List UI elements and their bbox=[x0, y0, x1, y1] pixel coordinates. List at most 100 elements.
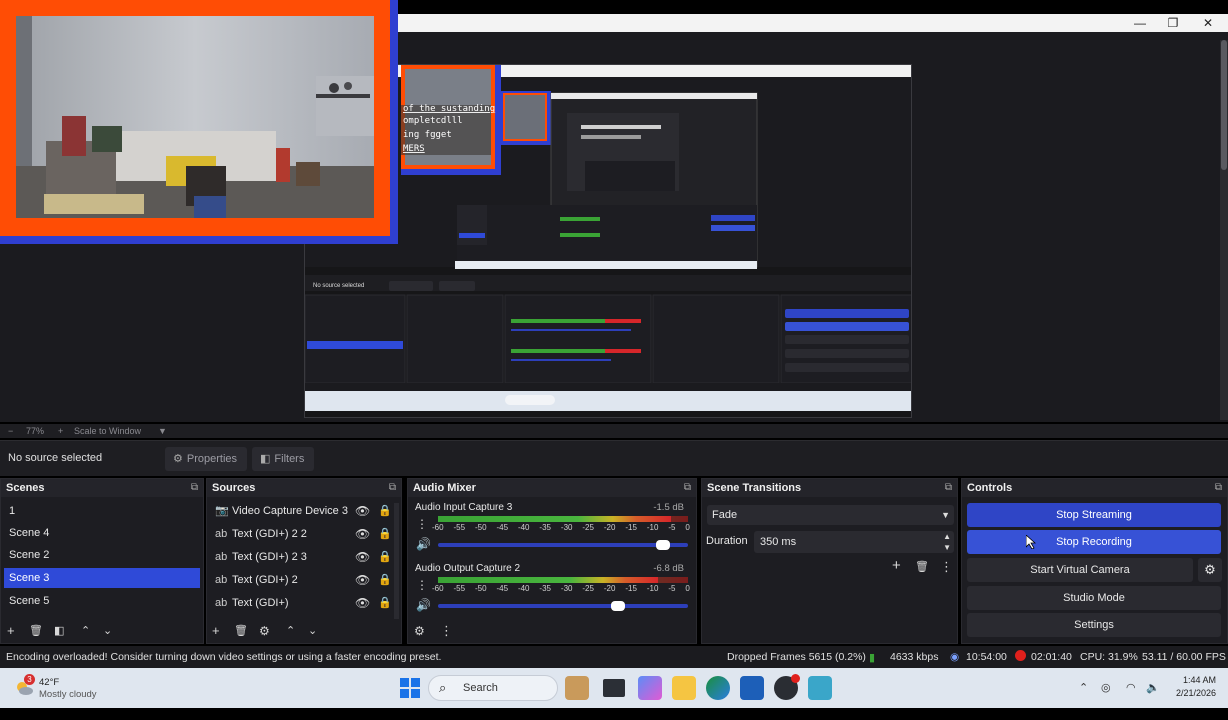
volume-slider[interactable] bbox=[438, 601, 688, 611]
preview-scrollbar[interactable] bbox=[1220, 40, 1228, 420]
lock-icon[interactable]: 🔒 bbox=[378, 593, 392, 613]
svg-text:of the sustanding: of the sustanding bbox=[403, 104, 495, 114]
meter-tick-label: -10 bbox=[646, 523, 659, 532]
properties-button[interactable]: ⚙ Properties bbox=[165, 447, 248, 471]
source-item[interactable]: 📷 Video Capture Device 3 👁 🔒 bbox=[210, 501, 396, 521]
add-icon[interactable]: + bbox=[7, 623, 15, 639]
sources-scrollbar[interactable] bbox=[394, 503, 399, 619]
preview-zoom-bar: − 77% + Scale to Window ▼ bbox=[0, 424, 1228, 438]
svg-text:ing fgget: ing fgget bbox=[403, 130, 452, 140]
status-bar: Encoding overloaded! Consider turning do… bbox=[0, 646, 1228, 668]
visibility-eye-icon[interactable]: 👁 bbox=[355, 524, 370, 544]
undock-icon[interactable]: ⧉ bbox=[191, 482, 198, 493]
settings-button[interactable]: Settings bbox=[967, 613, 1221, 637]
taskbar-app-icon[interactable] bbox=[565, 676, 589, 700]
lock-icon[interactable]: 🔒 bbox=[378, 547, 392, 567]
stop-recording-button[interactable]: Stop Recording bbox=[967, 530, 1221, 554]
maximize-button[interactable]: ❐ bbox=[1157, 14, 1189, 32]
undock-icon[interactable]: ⧉ bbox=[389, 482, 396, 493]
record-dot-icon bbox=[1015, 650, 1026, 661]
kebab-menu-icon[interactable]: ⋮ bbox=[440, 623, 453, 639]
speaker-icon[interactable]: 🔊 bbox=[416, 537, 431, 551]
virtual-camera-settings-gear-icon[interactable]: ⚙ bbox=[1198, 558, 1222, 582]
duration-label: Duration bbox=[706, 535, 748, 547]
scene-item[interactable]: 1 bbox=[4, 501, 200, 521]
stop-streaming-button[interactable]: Stop Streaming bbox=[967, 503, 1221, 527]
chevron-up-icon[interactable]: ⌃ bbox=[81, 623, 90, 639]
filters-button[interactable]: ◧ Filters bbox=[252, 447, 315, 471]
store-icon[interactable] bbox=[740, 676, 764, 700]
meter-tick-label: -30 bbox=[560, 523, 573, 532]
obs-taskbar-icon[interactable] bbox=[774, 674, 800, 700]
chevron-down-icon[interactable]: ⌄ bbox=[103, 623, 112, 639]
chevron-up-icon[interactable]: ⌃ bbox=[286, 623, 295, 639]
source-item[interactable]: ab Text (GDI+) 2 2 👁 🔒 bbox=[210, 524, 396, 544]
sources-dock: Sources ⧉ 📷 Video Capture Device 3 👁 🔒 ab Tex… bbox=[206, 478, 402, 644]
undock-icon[interactable]: ⧉ bbox=[945, 482, 952, 493]
svg-text:MERS: MERS bbox=[403, 144, 425, 154]
source-item[interactable]: ab Text (GDI+) 2 👁 🔒 bbox=[210, 570, 396, 590]
meter-tick-label: -35 bbox=[539, 523, 551, 532]
start-virtual-camera-button[interactable]: Start Virtual Camera bbox=[967, 558, 1193, 582]
gear-icon: ⚙ bbox=[173, 453, 183, 465]
visibility-eye-icon[interactable]: 👁 bbox=[355, 547, 370, 567]
speaker-icon[interactable]: 🔊 bbox=[416, 598, 431, 612]
transition-select[interactable]: Fade ▼ bbox=[707, 505, 954, 525]
zoom-in-icon[interactable]: + bbox=[58, 426, 63, 436]
visibility-eye-icon[interactable]: 👁 bbox=[355, 593, 370, 613]
add-icon[interactable]: + bbox=[212, 623, 220, 639]
dropped-frames: Dropped Frames 5615 (0.2%) bbox=[727, 651, 866, 663]
lock-icon[interactable]: 🔒 bbox=[378, 570, 392, 590]
studio-mode-button[interactable]: Studio Mode bbox=[967, 586, 1221, 610]
windows-start-icon[interactable] bbox=[400, 678, 420, 698]
add-icon[interactable]: + bbox=[892, 558, 901, 574]
visibility-eye-icon[interactable]: 👁 bbox=[355, 570, 370, 590]
source-item[interactable]: ab Text (GDI+) 2 3 👁 🔒 bbox=[210, 547, 396, 567]
chevron-down-icon[interactable]: ⌄ bbox=[308, 623, 317, 639]
wifi-icon[interactable]: ◠ bbox=[1126, 681, 1136, 694]
weather-widget[interactable]: 3 42°F Mostly cloudy bbox=[14, 674, 104, 704]
meter-tick-label: -60 bbox=[432, 523, 444, 532]
lock-icon[interactable]: 🔒 bbox=[378, 501, 392, 521]
undock-icon[interactable]: ⧉ bbox=[684, 482, 691, 493]
trash-icon[interactable]: 🗑 bbox=[29, 623, 43, 639]
scene-item[interactable]: Scene 5 bbox=[4, 591, 200, 611]
kebab-menu-icon[interactable]: ⋮ bbox=[416, 517, 428, 531]
file-explorer-icon[interactable] bbox=[672, 676, 696, 700]
close-button[interactable]: ✕ bbox=[1192, 14, 1224, 32]
kebab-menu-icon[interactable]: ⋮ bbox=[940, 559, 953, 575]
chevron-down-icon[interactable]: ▼ bbox=[158, 426, 167, 436]
trash-icon[interactable]: 🗑 bbox=[234, 623, 248, 639]
taskbar-clock[interactable]: 1:44 AM 2/21/2026 bbox=[1152, 674, 1216, 700]
tray-chevron-up-icon[interactable]: ⌃ bbox=[1079, 681, 1088, 694]
filter-icon[interactable]: ◧ bbox=[54, 623, 64, 639]
lock-icon[interactable]: 🔒 bbox=[378, 524, 392, 544]
tray-app-icon[interactable]: ◎ bbox=[1101, 681, 1111, 694]
source-item[interactable]: ab Text (GDI+) 👁 🔒 bbox=[210, 593, 396, 613]
scale-to-window-select[interactable]: Scale to Window bbox=[74, 426, 141, 436]
advanced-audio-gear-icon[interactable]: ⚙ bbox=[414, 623, 425, 639]
meter-tick-label: -5 bbox=[668, 523, 676, 532]
duration-input[interactable]: 350 ms ▲ ▼ bbox=[754, 531, 954, 553]
edge-browser-icon[interactable] bbox=[706, 676, 730, 700]
copilot-icon[interactable] bbox=[638, 676, 662, 700]
scene-item[interactable]: Scene 4 bbox=[4, 523, 200, 543]
task-view-icon[interactable] bbox=[603, 679, 625, 697]
sources-title: Sources bbox=[212, 482, 256, 494]
zoom-out-icon[interactable]: − bbox=[8, 426, 13, 436]
scenes-title: Scenes bbox=[6, 482, 45, 494]
scene-item[interactable]: Scene 2 bbox=[4, 545, 200, 565]
meter-tick-label: -55 bbox=[453, 523, 466, 532]
spinner-icon[interactable]: ▲ ▼ bbox=[943, 531, 951, 553]
minimize-button[interactable]: — bbox=[1124, 14, 1156, 32]
visibility-eye-icon[interactable]: 👁 bbox=[355, 501, 370, 521]
taskbar-search[interactable]: ⌕ Search bbox=[428, 675, 558, 701]
taskbar-app-icon-2[interactable] bbox=[808, 676, 832, 700]
kebab-menu-icon[interactable]: ⋮ bbox=[416, 578, 428, 592]
volume-slider[interactable] bbox=[438, 540, 688, 550]
gear-icon[interactable]: ⚙ bbox=[259, 623, 270, 639]
trash-icon[interactable]: 🗑 bbox=[915, 559, 929, 575]
undock-icon[interactable]: ⧉ bbox=[1215, 482, 1222, 493]
scene-item-selected[interactable]: Scene 3 bbox=[4, 568, 200, 588]
weather-temp: 42°F bbox=[39, 677, 60, 688]
